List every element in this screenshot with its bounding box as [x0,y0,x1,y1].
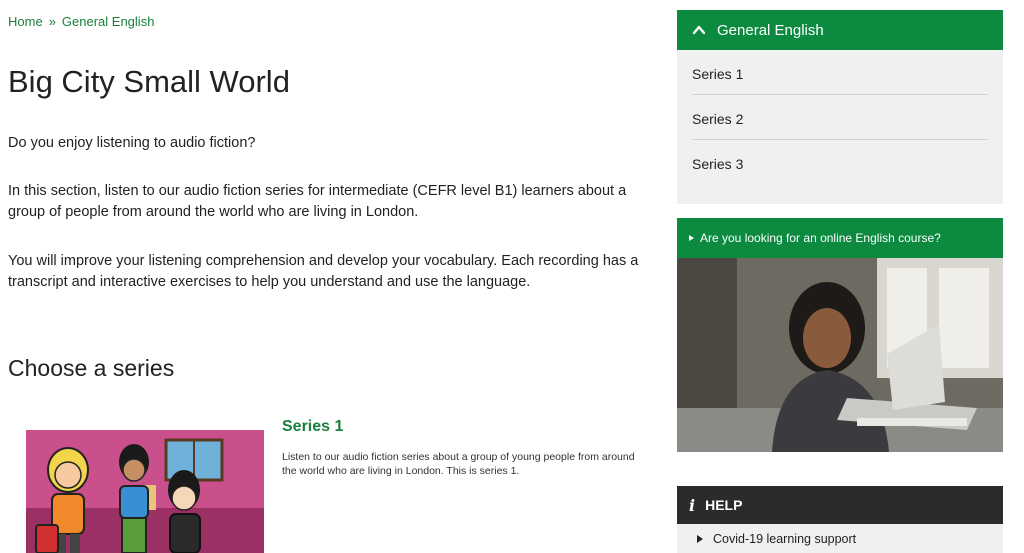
triangle-right-icon [697,534,703,543]
nav-item-series-3[interactable]: Series 3 [692,140,988,185]
chevron-up-icon [692,25,706,35]
section-nav-title: General English [717,21,824,39]
intro-paragraph-2: In this section, listen to our audio fic… [8,183,627,220]
triangle-right-icon [689,235,694,241]
series-1-description: Listen to our audio fiction series about… [282,451,635,477]
info-icon: i [689,495,696,515]
help-item-label: Covid-19 learning support [713,531,857,546]
help-panel: i HELP Covid-19 learning support [677,486,1003,553]
nav-item-series-2[interactable]: Series 2 [692,95,988,140]
nav-item-series-1[interactable]: Series 1 [692,50,988,95]
promo-banner[interactable]: Are you looking for an online English co… [677,218,1003,258]
promo-label: Are you looking for an online English co… [700,231,941,245]
intro-paragraph-3: You will improve your listening comprehe… [8,253,639,290]
student-laptop-photo[interactable] [677,258,1003,452]
online-course-promo[interactable]: Are you looking for an online English co… [677,218,1003,452]
page-title: Big City Small World [8,64,290,99]
section-nav-list: Series 1 Series 2 Series 3 [677,50,1003,185]
series-1-thumbnail[interactable] [26,430,264,553]
help-item-covid-support[interactable]: Covid-19 learning support [677,524,1003,553]
breadcrumb-current-link[interactable]: General English [62,14,155,29]
breadcrumb-separator: » [48,14,56,29]
help-title: HELP [705,497,743,513]
cartoon-characters-image [26,430,264,553]
series-1-title-link[interactable]: Series 1 [282,418,343,436]
section-nav-header[interactable]: General English [677,10,1003,50]
breadcrumb-home-link[interactable]: Home [8,14,43,29]
help-header: i HELP [677,486,1003,524]
intro-paragraph-1: Do you enjoy listening to audio fiction? [8,135,256,151]
breadcrumb: Home » General English [8,14,154,29]
section-heading: Choose a series [8,355,175,381]
section-nav: General English Series 1 Series 2 Series… [677,10,1003,204]
